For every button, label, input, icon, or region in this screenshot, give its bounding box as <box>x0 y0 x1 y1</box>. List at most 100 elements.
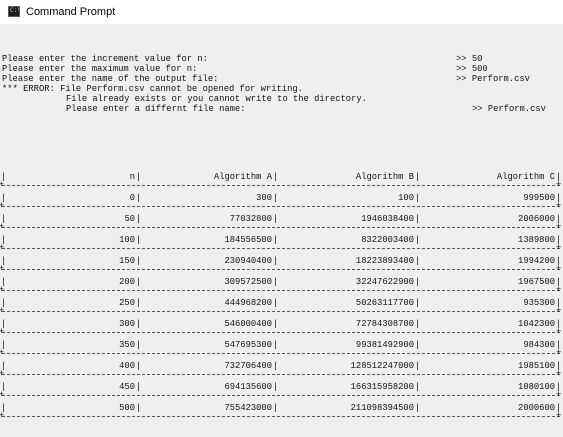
table-cell: 1042300 <box>518 319 555 329</box>
table-row-column-separator: | <box>273 340 279 350</box>
table-corner-plus: + <box>556 243 562 253</box>
prompt-maximum: Please enter the maximum value for n: <box>2 64 198 74</box>
table-cell: 18223893400 <box>355 256 414 266</box>
table-row-column-separator: | <box>136 298 142 308</box>
table-divider <box>2 290 560 291</box>
table-row-column-separator: | <box>136 403 142 413</box>
table-header-column-separator: | <box>415 172 421 182</box>
table-corner-plus: + <box>556 390 562 400</box>
table-corner-plus: + <box>556 348 562 358</box>
table-cell: 300 <box>256 193 272 203</box>
table-corner-plus: + <box>556 201 562 211</box>
table-corner-plus: + <box>0 264 5 274</box>
table-cell: 300 <box>119 319 135 329</box>
answer-output-file: >> Perform.csv <box>456 74 530 84</box>
table-cell: 1946038400 <box>361 214 414 224</box>
table-header-cell: n <box>129 172 135 182</box>
table-divider <box>2 395 560 396</box>
table-cell: 250 <box>119 298 135 308</box>
table-header-cell: Algorithm B <box>355 172 414 182</box>
table-cell: 984300 <box>523 340 555 350</box>
table-row-column-separator: | <box>273 382 279 392</box>
window-title: Command Prompt <box>26 6 116 18</box>
table-cell: 500 <box>119 403 135 413</box>
table-row-column-separator: | <box>415 361 421 371</box>
table-header-cell: Algorithm A <box>213 172 272 182</box>
table-divider <box>2 227 560 228</box>
table-corner-plus: + <box>0 201 5 211</box>
table-cell: 450 <box>119 382 135 392</box>
table-divider <box>2 353 560 354</box>
table-row-column-separator: | <box>415 319 421 329</box>
table-cell: 1967500 <box>518 277 555 287</box>
table-row-column-separator: | <box>273 403 279 413</box>
table-row-column-separator: | <box>273 277 279 287</box>
command-prompt-icon: C:\ <box>8 6 20 17</box>
table-cell: 2006000 <box>518 214 555 224</box>
icon-text: C:\ <box>10 7 20 14</box>
table-row-column-separator: | <box>273 256 279 266</box>
table-row-column-separator: | <box>415 340 421 350</box>
table-divider <box>2 269 560 270</box>
table-cell: 99381492900 <box>355 340 414 350</box>
title-bar[interactable]: C:\ Command Prompt <box>0 0 563 24</box>
table-corner-plus: + <box>0 390 5 400</box>
table-row-column-separator: | <box>415 277 421 287</box>
table-cell: 200 <box>119 277 135 287</box>
table-corner-plus: + <box>0 348 5 358</box>
error-message-line3: Please enter a differnt file name: <box>66 104 246 114</box>
table-row-column-separator: | <box>273 214 279 224</box>
table-corner-plus: + <box>556 369 562 379</box>
table-row-column-separator: | <box>136 214 142 224</box>
table-corner-plus: + <box>556 222 562 232</box>
table-cell: 999500 <box>523 193 555 203</box>
table-cell: 546000400 <box>224 319 272 329</box>
table-corner-plus: + <box>0 285 5 295</box>
table-corner-plus: + <box>556 285 562 295</box>
table-corner-plus: + <box>0 222 5 232</box>
table-cell: 0 <box>129 193 135 203</box>
table-corner-plus: + <box>556 264 562 274</box>
table-cell: 72784308700 <box>355 319 414 329</box>
table-cell: 211098394500 <box>350 403 414 413</box>
table-row-column-separator: | <box>415 235 421 245</box>
table-cell: 50263117700 <box>355 298 414 308</box>
table-row-column-separator: | <box>136 340 142 350</box>
table-cell: 150 <box>119 256 135 266</box>
table-row-column-separator: | <box>136 277 142 287</box>
table-cell: 444968200 <box>224 298 272 308</box>
table-row-column-separator: | <box>415 193 421 203</box>
console-output[interactable]: Please enter the increment value for n: … <box>0 24 563 437</box>
error-message-line2: File already exists or you cannot write … <box>66 94 367 104</box>
table-cell: 755423000 <box>224 403 272 413</box>
table-row-column-separator: | <box>415 298 421 308</box>
table-cell: 309572500 <box>224 277 272 287</box>
table-corner-plus: + <box>556 180 562 190</box>
table-cell: 166315958200 <box>350 382 414 392</box>
table-corner-plus: + <box>0 243 5 253</box>
table-cell: 2000600 <box>518 403 555 413</box>
command-prompt-window: C:\ Command Prompt Please enter the incr… <box>0 0 563 437</box>
table-divider <box>2 374 560 375</box>
table-corner-plus: + <box>556 411 562 421</box>
table-corner-plus: + <box>556 327 562 337</box>
table-cell: 1985100 <box>518 361 555 371</box>
table-cell: 400 <box>119 361 135 371</box>
table-divider <box>2 332 560 333</box>
table-row-column-separator: | <box>273 235 279 245</box>
table-row-column-separator: | <box>136 193 142 203</box>
table-header-column-separator: | <box>273 172 279 182</box>
answer-retry-file: >> Perform.csv <box>472 104 546 114</box>
table-cell: 694135600 <box>224 382 272 392</box>
table-row-column-separator: | <box>136 256 142 266</box>
table-cell: 184556500 <box>224 235 272 245</box>
error-message-line1: *** ERROR: File Perform.csv cannot be op… <box>2 84 303 94</box>
table-corner-plus: + <box>0 411 5 421</box>
table-cell: 1080100 <box>518 382 555 392</box>
table-cell: 935300 <box>523 298 555 308</box>
table-row-column-separator: | <box>136 235 142 245</box>
table-divider <box>2 248 560 249</box>
prompt-increment: Please enter the increment value for n: <box>2 54 208 64</box>
table-cell: 1994200 <box>518 256 555 266</box>
table-corner-plus: + <box>556 306 562 316</box>
